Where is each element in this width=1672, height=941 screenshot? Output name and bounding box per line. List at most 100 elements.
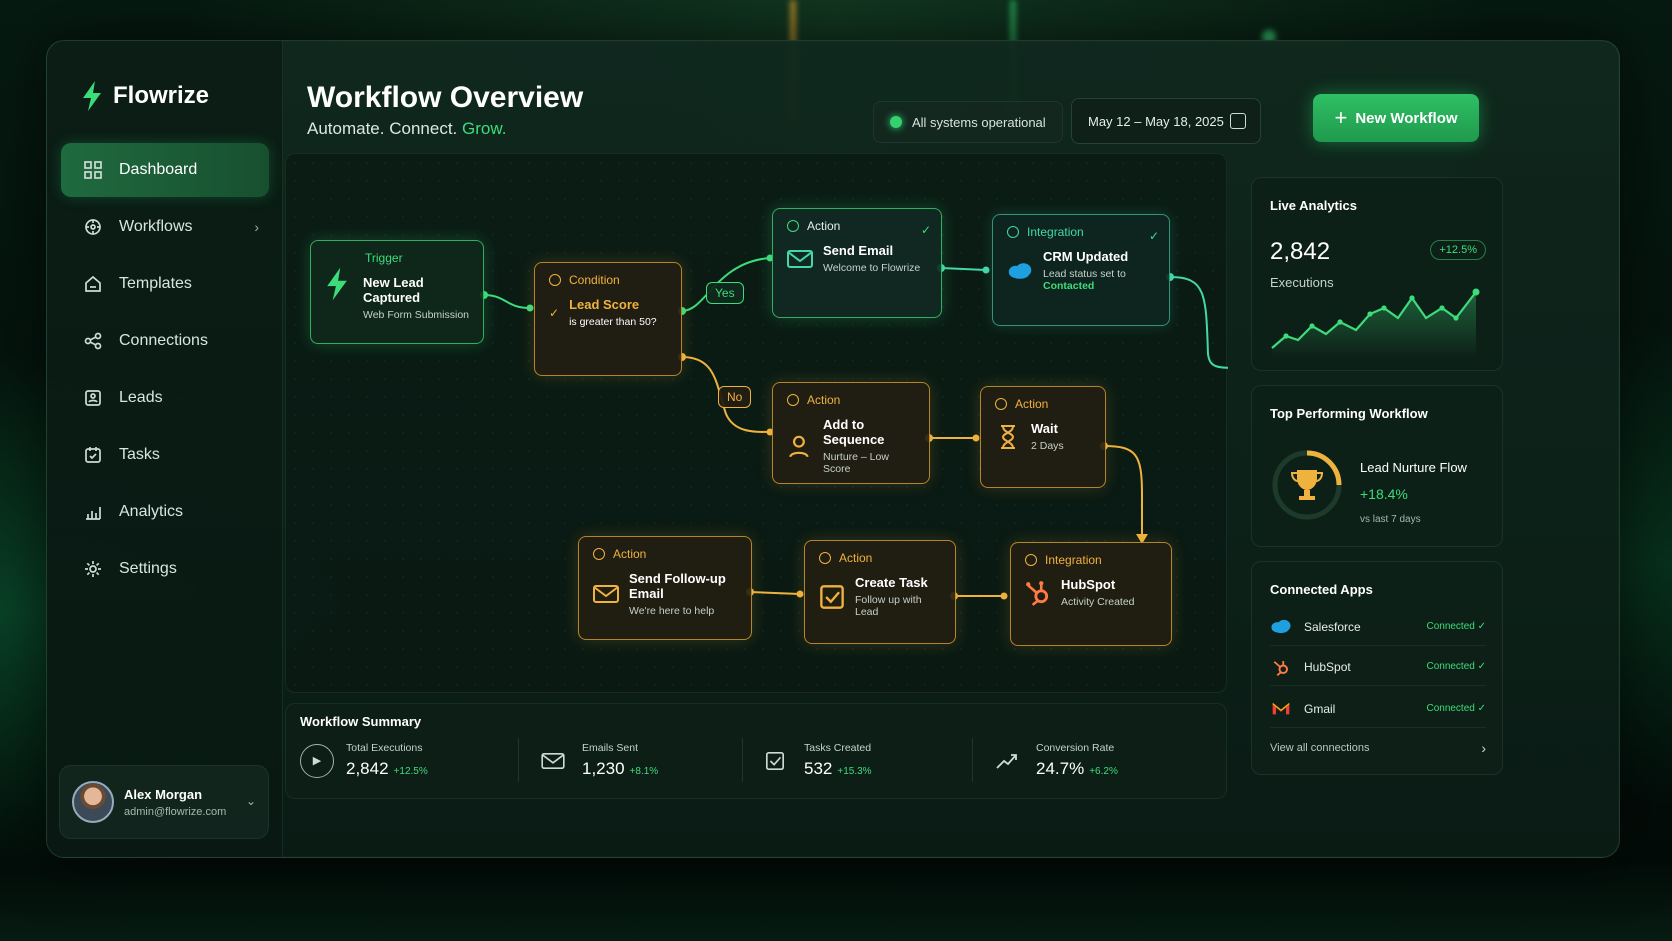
node-subtitle-text: Lead status set to <box>1043 268 1126 280</box>
node-send-follow-up-email[interactable]: Action Send Follow-up Email We're here t… <box>578 536 752 640</box>
node-title: CRM Updated <box>1043 249 1129 264</box>
stat-delta: +6.2% <box>1089 766 1118 777</box>
logo[interactable]: Flowrize <box>81 81 209 111</box>
node-type-label: Trigger <box>365 251 403 265</box>
branch-yes-label: Yes <box>706 282 744 304</box>
calendar-icon <box>1230 113 1246 129</box>
node-title: Add to Sequence <box>823 417 885 447</box>
play-icon: ▶ <box>300 743 334 778</box>
chevron-right-icon: › <box>254 219 259 235</box>
chevron-down-icon[interactable]: ⌄ <box>246 794 256 808</box>
condition-icon <box>549 274 561 286</box>
top-performing-panel: Top Performing Workflow Lead Nurture Flo… <box>1251 385 1503 547</box>
summary-title: Workflow Summary <box>300 714 422 729</box>
app-name: Salesforce <box>1304 619 1361 634</box>
sidebar-item-connections[interactable]: Connections <box>61 314 269 368</box>
node-title: Create Task <box>855 575 928 590</box>
workflow-icon <box>85 219 101 235</box>
mail-icon <box>536 744 570 778</box>
view-all-connections-link[interactable]: View all connections › <box>1270 740 1486 756</box>
divider <box>742 738 743 782</box>
gmail-logo-icon <box>1270 701 1292 717</box>
sidebar-item-label: Workflows <box>119 218 193 235</box>
workflow-canvas[interactable]: Yes No Trigger New Lead Captured Web For… <box>285 153 1228 693</box>
node-crm-updated[interactable]: Integration ✓ CRM Updated Lead status se… <box>992 214 1170 326</box>
sparkline-chart <box>1271 288 1480 358</box>
app-salesforce[interactable]: Salesforce Connected ✓ <box>1270 608 1486 646</box>
sidebar-item-label: Tasks <box>119 446 160 463</box>
page-title: Workflow Overview <box>307 81 584 114</box>
share-icon <box>84 332 102 350</box>
node-type-label: Integration <box>1045 553 1102 567</box>
salesforce-logo-icon <box>1008 262 1032 279</box>
workflow-period: vs last 7 days <box>1360 514 1421 525</box>
node-wait[interactable]: Action Wait 2 Days <box>980 386 1106 488</box>
node-subtitle: Activity Created <box>1061 596 1135 608</box>
action-icon <box>787 394 799 406</box>
node-trigger[interactable]: Trigger New Lead Captured Web Form Submi… <box>310 240 484 344</box>
trophy-icon <box>1272 450 1342 520</box>
check-icon: ✓ <box>1148 229 1159 243</box>
node-type-label: Action <box>839 551 873 565</box>
stat-value: 532 <box>804 759 833 778</box>
subtitle-part: Automate. <box>307 119 385 138</box>
view-all-label: View all connections <box>1270 742 1370 754</box>
hourglass-icon <box>1001 424 1015 449</box>
live-analytics-panel: Live Analytics 2,842 Executions +12.5% <box>1251 177 1503 371</box>
status-indicator: All systems operational <box>873 101 1063 143</box>
app-status: Connected ✓ <box>1426 621 1486 632</box>
action-icon <box>995 398 1007 410</box>
checkbox-icon <box>820 584 844 609</box>
app-status: Connected ✓ <box>1426 703 1486 714</box>
app-gmail[interactable]: Gmail Connected ✓ <box>1270 690 1486 728</box>
user-name: Alex Morgan <box>124 786 203 802</box>
sidebar-item-label: Leads <box>119 389 163 406</box>
stat-total-executions: ▶ Total Executions 2,842 +12.5% <box>300 742 428 779</box>
leads-icon <box>85 390 101 406</box>
user-profile[interactable]: Alex Morgan admin@flowrize.com ⌄ <box>59 765 269 839</box>
bolt-icon <box>83 81 101 111</box>
trend-up-icon <box>990 744 1024 778</box>
node-subtitle: Web Form Submission <box>363 309 470 321</box>
app-name: Gmail <box>1304 701 1336 716</box>
node-add-to-sequence[interactable]: Action Add to Sequence Nurture – Low Sco… <box>772 382 930 484</box>
node-type-label: Integration <box>1027 225 1084 239</box>
integration-icon <box>1007 226 1019 238</box>
sidebar-item-templates[interactable]: Templates <box>61 257 269 311</box>
node-type-label: Condition <box>569 273 620 287</box>
sidebar-item-tasks[interactable]: Tasks <box>61 428 269 482</box>
node-title: Send Follow-up Email <box>629 571 726 601</box>
stat-delta: +12.5% <box>393 766 428 777</box>
node-hubspot[interactable]: Integration HubSpot Activity Created <box>1010 542 1172 646</box>
page-subtitle: Automate. Connect. Grow. <box>307 119 506 139</box>
hubspot-logo-icon <box>1026 580 1049 606</box>
hubspot-logo-icon <box>1270 659 1292 676</box>
sidebar-item-label: Templates <box>119 275 192 292</box>
action-icon <box>593 548 605 560</box>
node-type-label: Action <box>613 547 647 561</box>
stat-conversion-rate: Conversion Rate 24.7% +6.2% <box>990 742 1118 779</box>
node-subtitle: Welcome to Flowrize <box>823 262 921 274</box>
analytics-value: 2,842 <box>1270 238 1331 265</box>
new-workflow-button[interactable]: + New Workflow <box>1313 94 1479 142</box>
stat-label: Tasks Created <box>804 742 872 754</box>
sidebar-item-analytics[interactable]: Analytics <box>61 485 269 539</box>
sidebar-item-settings[interactable]: Settings <box>61 542 269 596</box>
stat-value: 1,230 <box>582 759 625 778</box>
app-hubspot[interactable]: HubSpot Connected ✓ <box>1270 648 1486 686</box>
app-window: Flowrize Dashboard Workflows › Templates… <box>46 40 1620 858</box>
node-send-email[interactable]: Action ✓ Send Email Welcome to Flowrize <box>772 208 942 318</box>
bolt-icon <box>327 267 347 301</box>
plus-icon: + <box>1334 105 1348 130</box>
sidebar-item-leads[interactable]: Leads <box>61 371 269 425</box>
node-status-text: Contacted <box>1043 280 1095 292</box>
date-range-picker[interactable]: May 12 – May 18, 2025 <box>1071 98 1261 144</box>
node-subtitle: We're here to help <box>629 605 715 617</box>
sidebar-item-workflows[interactable]: Workflows › <box>61 200 269 254</box>
stat-tasks-created: Tasks Created 532 +15.3% <box>758 742 872 779</box>
sidebar-item-dashboard[interactable]: Dashboard <box>61 143 269 197</box>
mail-icon <box>593 585 619 603</box>
node-create-task[interactable]: Action Create Task Follow up with Lead <box>804 540 956 644</box>
node-condition[interactable]: Condition ✓ Lead Score is greater than 5… <box>534 262 682 376</box>
date-range-text: May 12 – May 18, 2025 <box>1088 113 1224 129</box>
